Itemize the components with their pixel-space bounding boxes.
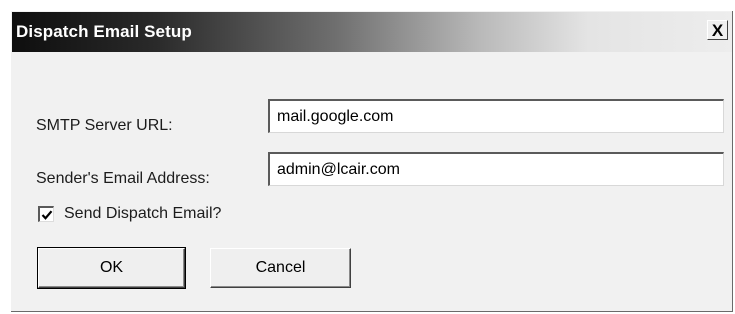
dialog-title: Dispatch Email Setup <box>16 22 192 41</box>
close-button[interactable]: X <box>707 20 728 40</box>
close-icon: X <box>711 20 724 40</box>
smtp-server-url-label: SMTP Server URL: <box>36 117 173 134</box>
ok-button[interactable]: OK <box>37 247 186 289</box>
sender-email-input[interactable] <box>268 152 724 186</box>
send-dispatch-email-option[interactable]: Send Dispatch Email? <box>38 205 221 223</box>
dispatch-email-setup-dialog: Dispatch Email Setup X SMTP Server URL: … <box>10 10 733 312</box>
title-bar[interactable]: Dispatch Email Setup X <box>12 12 732 52</box>
ok-button-label: OK <box>99 259 124 276</box>
send-dispatch-email-label: Send Dispatch Email? <box>64 205 222 222</box>
checkmark-icon <box>41 209 52 220</box>
cancel-button[interactable]: Cancel <box>210 248 351 288</box>
sender-email-label: Sender's Email Address: <box>36 170 210 187</box>
smtp-server-url-input[interactable] <box>268 99 724 133</box>
send-dispatch-email-checkbox[interactable] <box>38 206 54 222</box>
cancel-button-label: Cancel <box>255 259 306 276</box>
